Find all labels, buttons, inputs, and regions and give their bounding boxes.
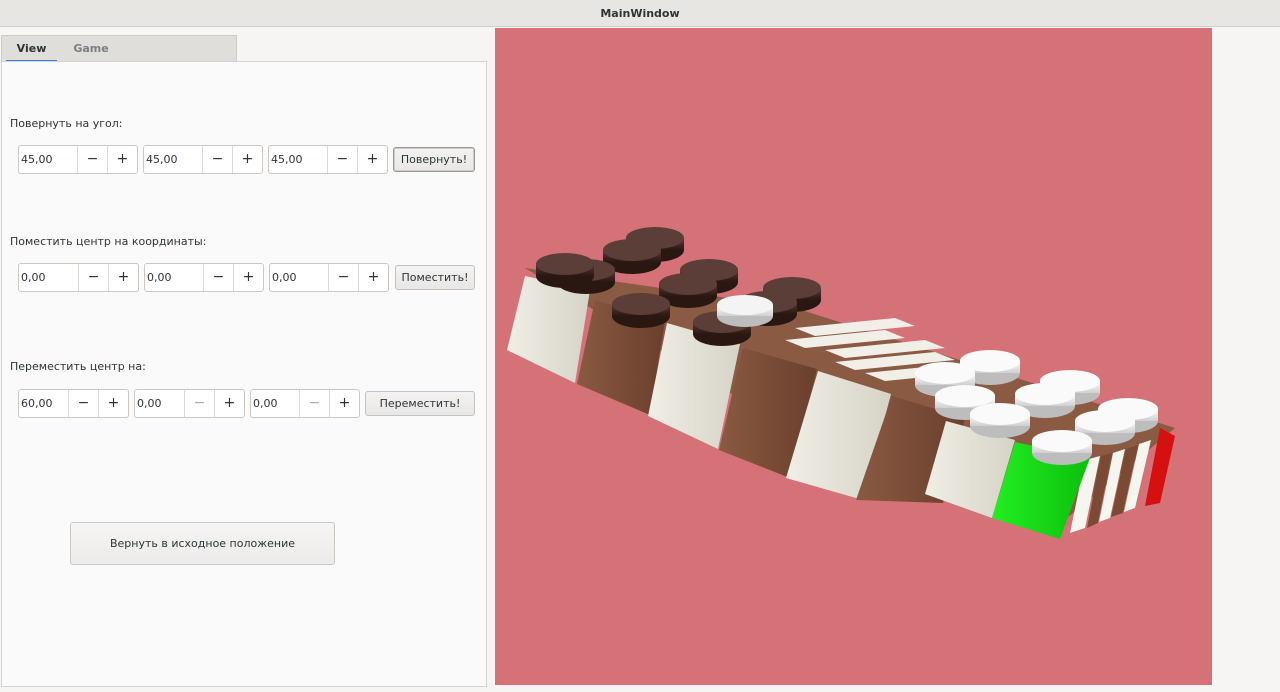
window-title: MainWindow [0, 0, 1280, 27]
move-z-value[interactable]: 0,00 [253, 390, 278, 417]
rotate-z-value[interactable]: 45,00 [271, 146, 303, 173]
rotate-x-value[interactable]: 45,00 [21, 146, 53, 173]
minus-icon[interactable]: − [327, 146, 357, 173]
place-x-spinbox[interactable]: 0,00 − + [18, 263, 139, 292]
minus-icon[interactable]: − [299, 390, 329, 417]
place-z-value[interactable]: 0,00 [272, 264, 297, 291]
checkers-board-render [507, 227, 1175, 539]
plus-icon[interactable]: + [108, 264, 138, 291]
place-button[interactable]: Поместить! [395, 265, 475, 290]
move-y-value[interactable]: 0,00 [137, 390, 162, 417]
move-label: Переместить центр на: [10, 360, 146, 373]
minus-icon[interactable]: − [77, 146, 107, 173]
plus-icon[interactable]: + [107, 146, 137, 173]
move-y-spinbox[interactable]: 0,00 − + [134, 389, 245, 418]
rotate-label: Повернуть на угол: [10, 117, 123, 130]
minus-icon[interactable]: − [202, 146, 232, 173]
plus-icon[interactable]: + [233, 264, 263, 291]
rotate-button[interactable]: Повернуть! [393, 147, 475, 172]
tab-view[interactable]: View [6, 36, 57, 62]
move-x-spinbox[interactable]: 60,00 − + [18, 389, 129, 418]
rotate-y-spinbox[interactable]: 45,00 − + [143, 145, 263, 174]
3d-board-viewport[interactable] [495, 28, 1212, 685]
place-y-value[interactable]: 0,00 [147, 264, 172, 291]
move-x-value[interactable]: 60,00 [21, 390, 53, 417]
minus-icon[interactable]: − [68, 390, 98, 417]
minus-icon[interactable]: − [184, 390, 214, 417]
rotate-x-spinbox[interactable]: 45,00 − + [18, 145, 138, 174]
plus-icon[interactable]: + [357, 146, 387, 173]
plus-icon[interactable]: + [232, 146, 262, 173]
plus-icon[interactable]: + [98, 390, 128, 417]
plus-icon[interactable]: + [358, 264, 388, 291]
place-x-value[interactable]: 0,00 [21, 264, 46, 291]
light-piece-center [717, 295, 773, 327]
plus-icon[interactable]: + [329, 390, 359, 417]
tab-bar: View Game [1, 35, 237, 62]
reset-position-button[interactable]: Вернуть в исходное положение [70, 522, 335, 565]
minus-icon[interactable]: − [328, 264, 358, 291]
minus-icon[interactable]: − [203, 264, 233, 291]
rotate-y-value[interactable]: 45,00 [146, 146, 178, 173]
minus-icon[interactable]: − [78, 264, 108, 291]
tab-game[interactable]: Game [62, 36, 120, 62]
place-label: Поместить центр на координаты: [10, 235, 207, 248]
place-z-spinbox[interactable]: 0,00 − + [269, 263, 389, 292]
place-y-spinbox[interactable]: 0,00 − + [144, 263, 264, 292]
move-button[interactable]: Переместить! [365, 391, 475, 416]
move-z-spinbox[interactable]: 0,00 − + [250, 389, 360, 418]
plus-icon[interactable]: + [214, 390, 244, 417]
rotate-z-spinbox[interactable]: 45,00 − + [268, 145, 388, 174]
